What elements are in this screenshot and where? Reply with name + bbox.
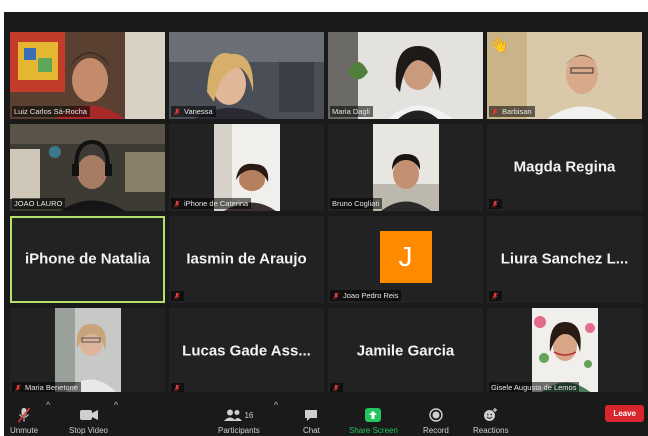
participant-name-label: Bruno Cogliati xyxy=(330,198,383,209)
participants-button[interactable]: 16 Participants xyxy=(218,404,260,436)
participant-tile[interactable]: Liura Sanchez L... xyxy=(487,216,642,303)
participant-video xyxy=(372,124,439,211)
mic-muted-icon xyxy=(332,384,340,392)
participant-name-label: Joao Pedro Reis xyxy=(330,290,402,301)
participant-count: 16 xyxy=(244,410,254,420)
participant-tile[interactable]: Gisele Augusta de Lemos xyxy=(487,308,642,395)
participant-display-name: Iasmin de Araujo xyxy=(186,250,307,268)
mic-muted-icon xyxy=(173,384,181,392)
leave-meeting-button[interactable]: Leave xyxy=(605,405,644,422)
mic-muted-icon xyxy=(491,200,499,208)
stop-video-button[interactable]: Stop Video xyxy=(69,404,108,436)
participant-tile[interactable]: Magda Regina xyxy=(487,124,642,211)
mic-muted-icon xyxy=(173,200,181,208)
participants-icon xyxy=(224,409,243,421)
participant-tile[interactable]: Lucas Gade Ass... xyxy=(169,308,324,395)
participant-display-name: Lucas Gade Ass... xyxy=(182,342,311,360)
participant-tile-active-speaker[interactable]: iPhone de Natalia xyxy=(10,216,165,303)
audio-options-chevron-icon[interactable]: ^ xyxy=(46,400,50,410)
participant-tile[interactable]: JOAO LAURO xyxy=(10,124,165,211)
video-options-chevron-icon[interactable]: ^ xyxy=(114,400,118,410)
record-icon xyxy=(429,408,443,422)
mic-muted-icon xyxy=(14,384,22,392)
participants-options-chevron-icon[interactable]: ^ xyxy=(274,400,278,410)
mic-muted-icon xyxy=(173,108,181,116)
participant-name-label: Luiz Carlos Sá-Rocha xyxy=(12,106,90,117)
participant-name-label: Barbisan xyxy=(489,106,535,117)
participant-name-label: JOAO LAURO xyxy=(12,198,66,209)
unmute-button[interactable]: Unmute xyxy=(10,404,38,436)
chat-button[interactable]: Chat xyxy=(303,404,320,436)
participant-tile[interactable]: iPhone de Caterina xyxy=(169,124,324,211)
participant-name-label: Vanessa xyxy=(171,106,216,117)
participant-name-label xyxy=(171,291,184,301)
mic-muted-icon xyxy=(491,292,499,300)
participant-tile[interactable]: Luiz Carlos Sá-Rocha xyxy=(10,32,165,119)
participant-display-name: Jamile Garcia xyxy=(356,342,455,360)
participant-tile[interactable]: Vanessa xyxy=(169,32,324,119)
share-screen-icon xyxy=(365,408,382,422)
participant-tile[interactable]: Maria Benetone xyxy=(10,308,165,395)
participant-tile[interactable]: Maria Dagli xyxy=(328,32,483,119)
participant-name-label xyxy=(489,199,502,209)
video-camera-icon xyxy=(79,410,98,420)
participant-display-name: iPhone de Natalia xyxy=(24,250,151,268)
participant-display-name: Liura Sanchez L... xyxy=(500,250,629,268)
participant-tile[interactable]: Jamile Garcia xyxy=(328,308,483,395)
zoom-meeting-window: Luiz Carlos Sá-Rocha Vanessa Maria Dagli… xyxy=(4,12,648,436)
record-button[interactable]: Record xyxy=(423,404,449,436)
share-screen-button[interactable]: Share Screen xyxy=(349,404,398,436)
mic-muted-icon xyxy=(491,108,499,116)
mic-muted-icon xyxy=(332,292,340,300)
reactions-button[interactable]: Reactions xyxy=(473,404,509,436)
chat-bubble-icon xyxy=(305,409,318,421)
participant-tile[interactable]: Bruno Cogliati xyxy=(328,124,483,211)
participant-tile[interactable]: 👋 Barbisan xyxy=(487,32,642,119)
participant-name-label xyxy=(489,291,502,301)
smiley-reactions-icon xyxy=(484,408,498,421)
meeting-toolbar: Unmute ^ Stop Video ^ 16 Participants ^ … xyxy=(4,392,648,436)
participant-name-label: Maria Dagli xyxy=(330,106,373,117)
microphone-muted-icon xyxy=(17,407,31,423)
participant-tile[interactable]: J Joao Pedro Reis xyxy=(328,216,483,303)
mic-muted-icon xyxy=(173,292,181,300)
gallery-view: Luiz Carlos Sá-Rocha Vanessa Maria Dagli… xyxy=(10,32,642,395)
waving-hand-icon: 👋 xyxy=(490,37,509,54)
participant-avatar: J xyxy=(379,231,432,283)
participant-name-label: iPhone de Caterina xyxy=(171,198,252,209)
participant-tile[interactable]: Iasmin de Araujo xyxy=(169,216,324,303)
participant-display-name: Magda Regina xyxy=(513,158,616,176)
